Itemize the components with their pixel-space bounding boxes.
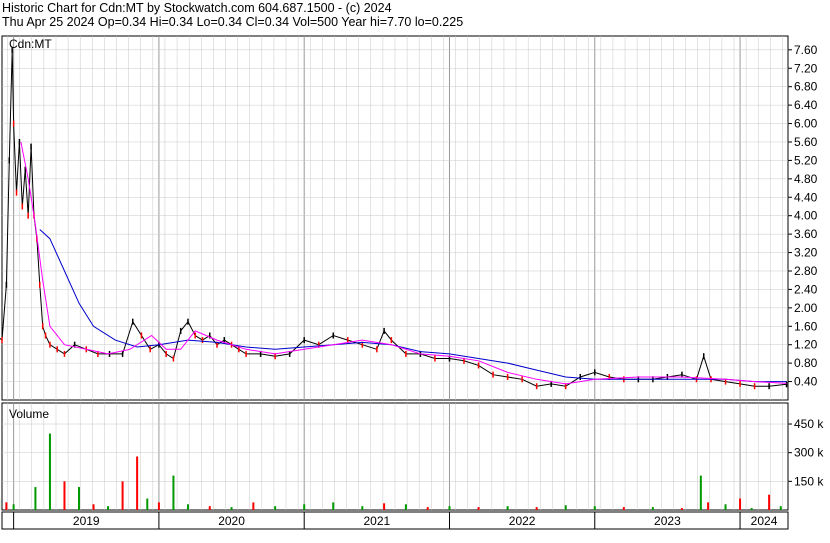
price-tick-label: 2.40 [794, 282, 818, 296]
volume-bars [0, 433, 782, 510]
volume-bar [230, 507, 233, 510]
price-tick-label: 6.80 [794, 80, 818, 94]
volume-tick-label: 450 k [794, 417, 824, 431]
volume-bar [121, 481, 124, 510]
volume-bar [477, 507, 480, 510]
price-tick-label: 3.60 [794, 227, 818, 241]
volume-bar [724, 504, 727, 510]
price-volume-chart: 7.60 7.20 6.80 6.40 6.00 5.60 5.20 4.80 4.40 4.00… [0, 35, 824, 530]
price-tick-label: 4.80 [794, 172, 818, 186]
volume-bar [707, 502, 710, 510]
price-line [0, 49, 787, 387]
volume-bar [63, 481, 66, 510]
volume-bar [252, 502, 255, 510]
volume-bar [78, 487, 81, 510]
price-tick-label: 0.80 [794, 356, 818, 370]
price-tick-label: 0.40 [794, 375, 818, 389]
price-tick-label: 5.60 [794, 135, 818, 149]
volume-bar [172, 475, 175, 510]
volume-bar [146, 498, 149, 510]
price-tick-label: 2.80 [794, 264, 818, 278]
volume-tick-label: 300 k [794, 446, 824, 460]
price-tick-label: 4.40 [794, 190, 818, 204]
chart-grid [2, 36, 788, 529]
price-series [0, 46, 788, 390]
price-tick-label: 6.00 [794, 117, 818, 131]
volume-bar [448, 506, 451, 510]
year-label: 2023 [654, 514, 681, 528]
price-tick-label: 6.40 [794, 98, 818, 112]
volume-bar [34, 487, 37, 510]
year-label: 2024 [751, 514, 778, 528]
volume-bar [208, 506, 211, 510]
year-label: 2019 [73, 514, 100, 528]
price-tick-label: 3.20 [794, 246, 818, 260]
volume-bar [5, 502, 8, 510]
volume-bar [680, 508, 683, 510]
volume-bar [768, 494, 771, 510]
symbol-label: Cdn:MT [9, 37, 52, 51]
moving-averages [20, 141, 787, 385]
volume-bar [750, 508, 753, 510]
volume-bar [739, 498, 742, 510]
volume-bar [506, 506, 509, 510]
volume-bar [274, 506, 277, 510]
volume-label: Volume [9, 407, 49, 421]
volume-bar [404, 504, 407, 510]
volume-bar [426, 507, 429, 510]
price-tick-label: 7.20 [794, 61, 818, 75]
year-label: 2021 [363, 514, 390, 528]
volume-bar [12, 504, 15, 510]
volume-tick-label: 150 k [794, 474, 824, 488]
price-tick-label: 2.00 [794, 301, 818, 315]
volume-bar [157, 502, 160, 510]
volume-bar [186, 504, 189, 510]
volume-bar [136, 456, 139, 510]
price-tick-label: 4.00 [794, 209, 818, 223]
volume-bar [332, 502, 335, 510]
volume-bar [107, 506, 110, 510]
price-tick-label: 7.60 [794, 43, 818, 57]
price-tick-label: 1.60 [794, 319, 818, 333]
volume-bar [361, 506, 364, 510]
price-tick-label: 1.20 [794, 338, 818, 352]
volume-bar [593, 506, 596, 510]
volume-bar [92, 504, 95, 510]
volume-bar [303, 504, 306, 510]
volume-bar [651, 507, 654, 510]
axis-labels: 7.60 7.20 6.80 6.40 6.00 5.60 5.20 4.80 4.40 4.00… [73, 43, 824, 528]
volume-bar [564, 505, 567, 510]
volume-bar [383, 503, 386, 510]
volume-bar [699, 475, 702, 510]
volume-bar [779, 506, 782, 510]
volume-bar [48, 433, 51, 510]
year-label: 2020 [218, 514, 245, 528]
volume-bar [622, 507, 625, 510]
volume-bar [535, 507, 538, 510]
price-tick-label: 5.20 [794, 153, 818, 167]
year-label: 2022 [509, 514, 536, 528]
